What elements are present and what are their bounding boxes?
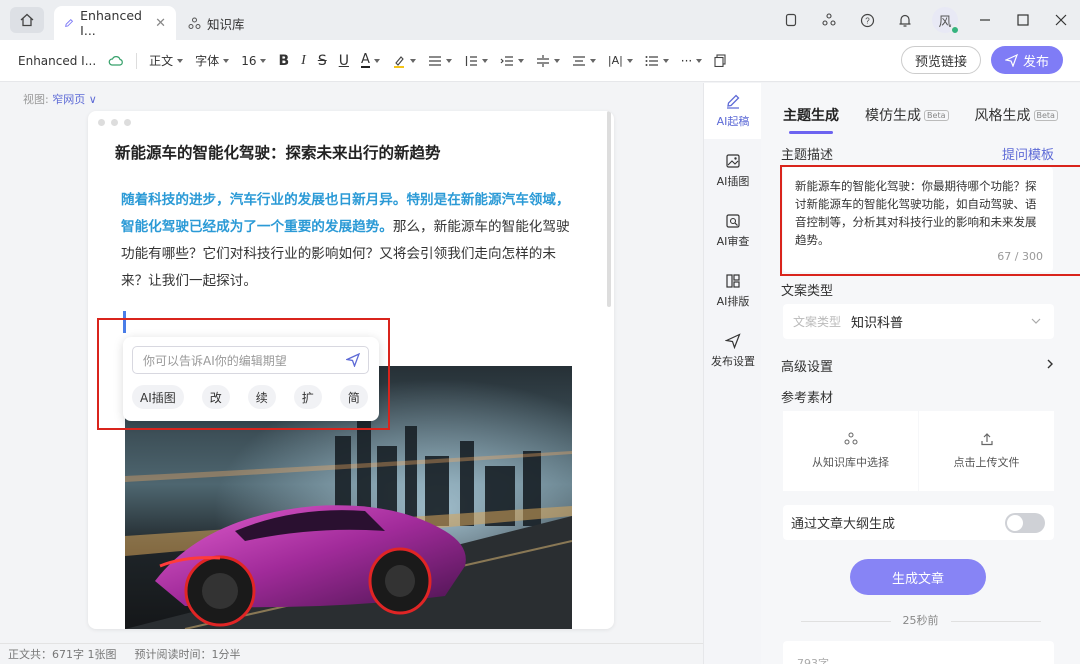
word-count: 正文共：671字 1张图 [8,648,117,661]
share-icon[interactable] [810,0,848,40]
paragraph-spacing-icon[interactable] [536,54,560,67]
select-from-kb-button[interactable]: 从知识库中选择 [783,411,918,491]
document-paragraph[interactable]: 随着科技的进步，汽车行业的发展也日新月异。特别是在新能源汽车领域，智能化驾驶已经… [121,187,579,295]
document-title[interactable]: 新能源车的智能化驾驶：探索未来出行的新趋势 [115,141,441,163]
online-status-icon [950,25,960,35]
tab-imitate-generate[interactable]: 模仿生成 Beta [865,105,949,125]
title-bar: Enhanced I... ✕ 知识库 ? 风 [0,0,1080,40]
review-icon [726,214,740,228]
annotation-box-popup [97,318,390,430]
side-item-ai-review[interactable]: AI审查 [704,203,762,259]
help-icon[interactable]: ? [848,0,886,40]
tab-style-generate[interactable]: 风格生成 Beta [975,105,1058,125]
svg-text:?: ? [865,16,870,25]
ai-tools-strip: AI起稿 AI插图 AI审查 AI排版 发布设置 [703,83,762,664]
annotation-box-topic [780,165,1080,276]
maximize-icon[interactable] [1004,0,1042,40]
status-bar: 正文共：671字 1张图 预计阅读时间：1分半 [0,643,703,664]
divider [136,52,138,69]
copy-icon[interactable] [714,54,727,67]
chevron-right-icon [1047,359,1053,369]
home-icon [20,13,34,27]
image-icon [726,154,740,168]
list-icon[interactable] [645,55,669,67]
home-button[interactable] [10,7,44,33]
tab-knowledge-base[interactable]: 知识库 [178,6,255,40]
strikethrough-icon[interactable]: S [318,53,327,69]
underline-icon[interactable]: U [339,53,349,69]
window-icon[interactable] [772,0,810,40]
highlight-icon[interactable] [392,54,416,68]
bell-icon[interactable] [886,0,924,40]
generate-article-button[interactable]: 生成文章 [850,559,986,595]
close-icon[interactable]: ✕ [155,16,166,31]
preview-link-button[interactable]: 预览链接 [901,46,981,74]
pen-icon [727,94,740,109]
layout-icon [726,274,740,288]
read-time: 预计阅读时间：1分半 [134,648,241,661]
more-icon[interactable]: ··· [681,54,703,68]
line-height-icon[interactable] [464,55,488,67]
minimize-icon[interactable] [966,0,1004,40]
tab-document[interactable]: Enhanced I... ✕ [54,6,176,40]
copy-type-label: 文案类型 [781,284,834,299]
advanced-settings-row[interactable]: 高级设置 [781,356,1056,375]
beta-badge: Beta [924,109,949,121]
upload-file-button[interactable]: 点击上传文件 [919,411,1054,491]
chevron-down-icon [1031,318,1041,324]
side-item-ai-draft[interactable]: AI起稿 [704,83,762,139]
tab-knowledge-base-label: 知识库 [207,16,245,32]
indent-icon[interactable] [500,55,524,67]
view-mode-select[interactable]: 视图: 窄网页 ∨ [23,91,97,107]
avatar[interactable]: 风 [932,7,960,35]
italic-icon[interactable]: I [301,53,306,69]
publish-button[interactable]: 发布 [991,46,1063,74]
scrollbar[interactable] [607,111,611,307]
side-item-ai-illustrate[interactable]: AI插图 [704,143,762,199]
side-item-publish-settings[interactable]: 发布设置 [704,323,762,379]
tab-topic-generate[interactable]: 主题生成 [783,105,839,134]
bold-icon[interactable]: B [278,53,289,69]
edit-icon [65,18,74,27]
window-dots [98,119,131,126]
history-timestamp: 25秒前 [761,612,1080,628]
font-color-icon[interactable]: A [360,53,380,68]
template-link[interactable]: 提问模板 [1002,144,1054,163]
doc-name[interactable]: Enhanced I... [18,54,96,68]
copy-type-select[interactable]: 文案类型 知识科普 [783,304,1054,339]
knowledge-icon [188,17,201,29]
send-icon [1004,53,1018,67]
cloud-sync-icon[interactable] [108,54,124,68]
window-close-icon[interactable] [1042,0,1080,40]
send-icon [725,333,741,349]
font-select[interactable]: 字体 [195,52,230,69]
outline-toggle[interactable] [1005,513,1045,533]
font-size-select[interactable]: 16 [241,54,267,68]
editor-area: 视图: 窄网页 ∨ 新能源车的智能化驾驶：探索未来出行的新趋势 随着科技的进步，… [0,83,703,643]
tab-document-label: Enhanced I... [80,8,142,38]
text-align-icon[interactable] [572,55,596,67]
outline-generate-row: 通过文章大纲生成 [783,505,1054,540]
history-card[interactable]: 793字 [783,641,1054,664]
knowledge-icon [844,432,857,445]
ai-draft-panel: 主题生成 模仿生成 Beta 风格生成 Beta 主题描述 提问模板 新能源车的智能… [761,83,1080,664]
paragraph-style-select[interactable]: 正文 [149,52,184,69]
beta-badge: Beta [1033,109,1058,121]
text-direction-icon[interactable]: |A| [608,54,633,67]
side-item-ai-layout[interactable]: AI排版 [704,263,762,319]
reference-label: 参考素材 [781,391,834,406]
topic-label: 主题描述 [781,148,834,163]
align-icon[interactable] [428,55,452,67]
upload-icon [980,433,993,446]
